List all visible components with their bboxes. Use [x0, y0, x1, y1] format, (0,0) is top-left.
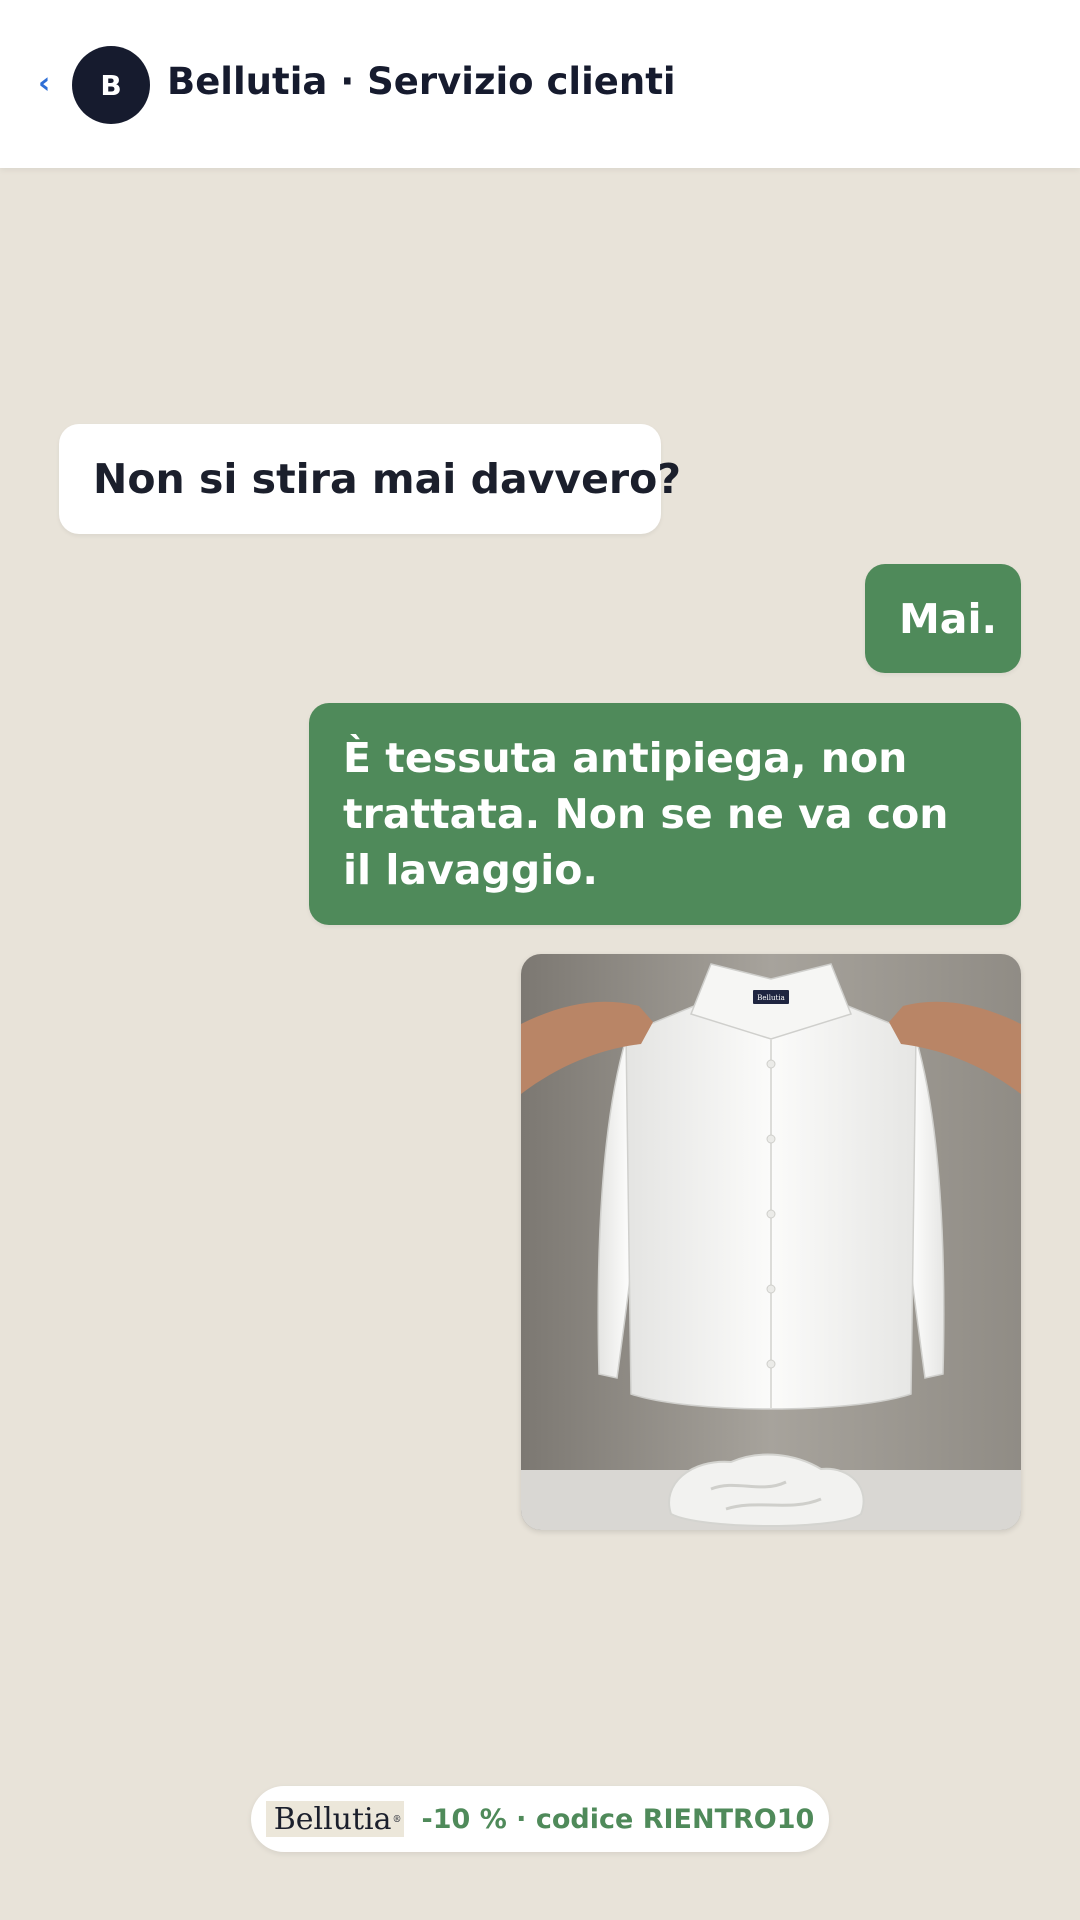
avatar-letter: B [100, 68, 122, 102]
chevron-left-icon: ‹ [38, 66, 51, 101]
message-incoming[interactable]: Non si stira mai davvero? [59, 424, 681, 534]
svg-text:Bellutia: Bellutia [757, 994, 785, 1002]
back-button[interactable]: ‹ [38, 64, 50, 104]
shirt-photo: Bellutia [521, 954, 1021, 1530]
chat-header: ‹ B Bellutia · Servizio clienti [0, 0, 1080, 168]
message-outgoing[interactable]: È tessuta antipiega, non trattata. Non s… [309, 703, 1021, 925]
avatar[interactable]: B [72, 46, 150, 124]
promo-banner[interactable]: Bellutia ® -10 % · codice RIENTRO10 [251, 1786, 829, 1852]
chat-title[interactable]: Bellutia · Servizio clienti [167, 60, 676, 103]
message-text: Mai. [899, 595, 998, 643]
promo-code-text: -10 % · codice RIENTRO10 [421, 1803, 815, 1835]
message-text: Non si stira mai davvero? [93, 455, 682, 503]
message-outgoing[interactable]: Mai. [865, 564, 1021, 673]
message-photo[interactable]: Bellutia [521, 954, 1021, 1530]
message-text: È tessuta antipiega, non trattata. Non s… [343, 734, 949, 894]
brand-logo: Bellutia ® [265, 1801, 404, 1837]
